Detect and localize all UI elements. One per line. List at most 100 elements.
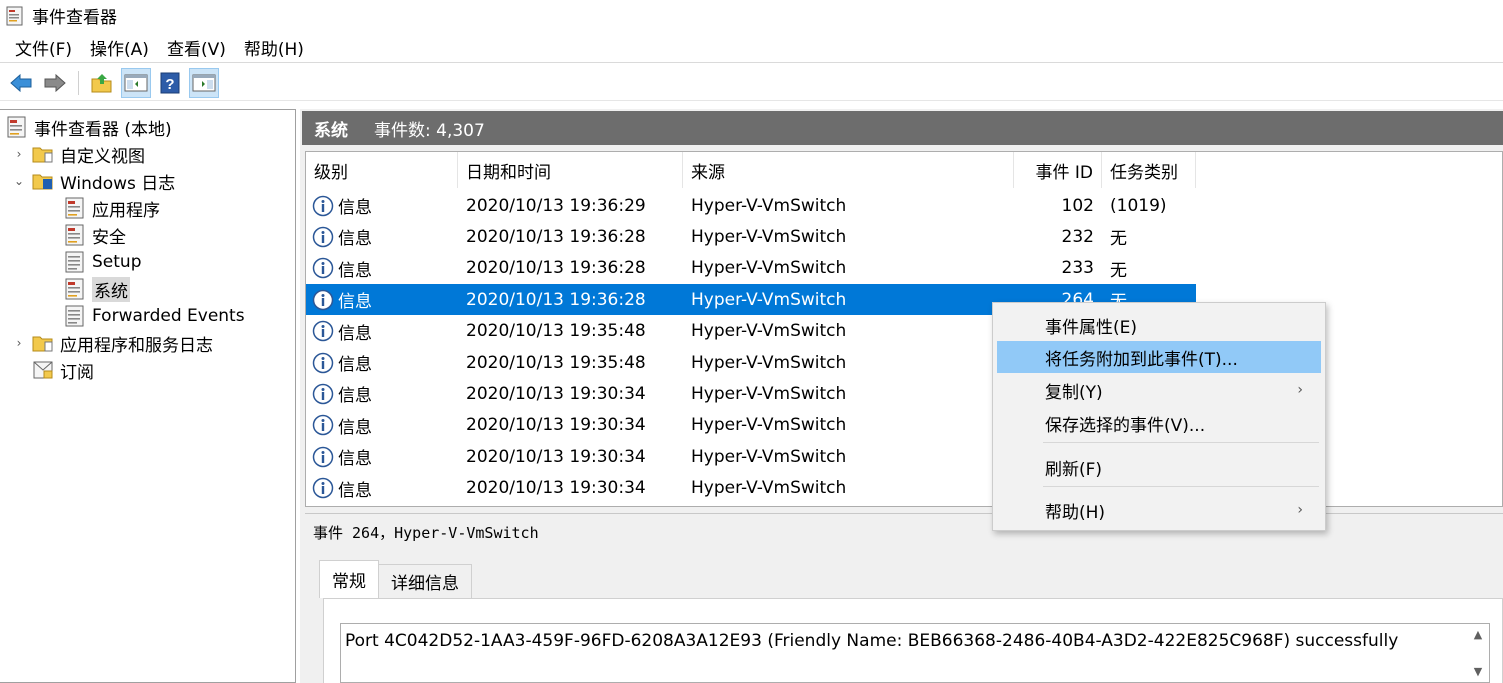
menu-item-event-properties[interactable]: 事件属性(E) [997, 309, 1321, 341]
tree-item-system[interactable]: 系统 [64, 276, 130, 302]
show-hide-tree-icon [124, 74, 148, 91]
cell-level: 信息 [312, 473, 452, 504]
cell-task-category: 无 [1110, 229, 1127, 250]
column-header-task-category[interactable]: 任务类别 [1102, 152, 1196, 188]
tree-item-app-services-logs[interactable]: › 应用程序和服务日志 [12, 330, 213, 356]
cell-datetime: 2020/10/13 19:36:28 [466, 258, 646, 279]
menu-item-label: 帮助(H) [1045, 502, 1106, 523]
tree-item-event-viewer-local[interactable]: 事件查看器 (本地) [6, 114, 172, 140]
cell-datetime: 2020/10/13 19:30:34 [466, 383, 646, 404]
tree-item-label: 事件查看器 (本地) [34, 119, 172, 140]
column-header-datetime[interactable]: 日期和时间 [458, 152, 683, 188]
column-header-level[interactable]: 级别 [306, 152, 458, 188]
info-icon [312, 383, 334, 405]
menu-item-refresh[interactable]: 刷新(F) [997, 451, 1321, 483]
info-icon [312, 446, 334, 467]
level-label: 信息 [338, 198, 372, 218]
level-label: 信息 [338, 323, 372, 344]
log-title: 系统 [314, 120, 348, 141]
cell-source: Hyper-V-VmSwitch [691, 478, 847, 499]
cell-level: 信息 [312, 253, 452, 284]
chevron-down-icon[interactable]: ⌄ [12, 174, 26, 188]
menu-file[interactable]: 文件(F) [6, 35, 81, 60]
menu-item-save-selected[interactable]: 保存选择的事件(V)... [997, 407, 1321, 439]
tree-item-label: 订阅 [60, 362, 94, 383]
title-bar: 事件查看器 [0, 0, 1503, 31]
folder-icon [32, 336, 53, 352]
tree-item-security[interactable]: 安全 [64, 222, 126, 248]
menu-item-label: 事件属性(E) [1045, 317, 1138, 338]
event-description-box[interactable]: Port 4C042D52-1AA3-459F-96FD-6208A3A12E9… [340, 623, 1490, 683]
submenu-arrow-icon: › [1297, 502, 1303, 518]
tree-item-custom-views[interactable]: › 自定义视图 [12, 141, 145, 167]
chevron-right-icon[interactable]: › [12, 147, 26, 161]
cell-datetime: 2020/10/13 19:30:34 [466, 415, 646, 436]
subscription-icon [33, 361, 53, 379]
menu-item-label: 将任务附加到此事件(T)... [1045, 349, 1238, 370]
window-title: 事件查看器 [32, 8, 117, 28]
event-description: Port 4C042D52-1AA3-459F-96FD-6208A3A12E9… [345, 631, 1399, 651]
menu-item-label: 保存选择的事件(V)... [1045, 415, 1206, 436]
cell-source: Hyper-V-VmSwitch [691, 321, 847, 342]
log-icon [65, 251, 84, 273]
log-icon [65, 278, 84, 300]
toolbar-separator [78, 70, 79, 95]
cell-task-category: (1019) [1110, 195, 1167, 216]
event-row[interactable]: 信息 2020/10/13 19:36:29 Hyper-V-VmSwitch 102… [306, 190, 1196, 221]
tab-details[interactable]: 详细信息 [378, 564, 472, 598]
event-count: 事件数: 4,307 [374, 120, 485, 141]
event-details-pane: 事件 264，Hyper-V-VmSwitch 常规 详细信息 Port 4C0… [305, 513, 1503, 683]
menu-help[interactable]: 帮助(H) [235, 35, 313, 60]
folder-icon [32, 147, 53, 163]
menu-item-label: 复制(Y) [1045, 382, 1103, 403]
toolbar: ? [0, 65, 1503, 101]
level-label: 信息 [338, 292, 372, 313]
help-button[interactable]: ? [155, 68, 185, 98]
menu-item-label: 刷新(F) [1045, 459, 1103, 480]
level-label: 信息 [338, 260, 372, 281]
cell-source: Hyper-V-VmSwitch [691, 289, 847, 310]
scroll-down-icon[interactable]: ▼ [1474, 665, 1482, 678]
menu-item-attach-task[interactable]: 将任务附加到此事件(T)... [997, 341, 1321, 373]
log-header-bar: 系统 事件数: 4,307 [302, 111, 1503, 145]
event-viewer-icon [6, 6, 23, 25]
back-button[interactable] [6, 68, 36, 98]
log-icon [65, 197, 84, 219]
menu-item-copy[interactable]: 复制(Y) › [997, 374, 1321, 406]
cell-datetime: 2020/10/13 19:30:34 [466, 446, 646, 467]
cell-source: Hyper-V-VmSwitch [691, 226, 847, 247]
tree-item-label: Windows 日志 [60, 173, 176, 194]
tree-item-label: 自定义视图 [60, 146, 145, 167]
tree-item-application[interactable]: 应用程序 [64, 195, 160, 221]
tree-item-label: 安全 [92, 227, 126, 248]
description-scrollbar[interactable]: ▲ ▼ [1467, 624, 1489, 682]
level-label: 信息 [338, 355, 372, 375]
tree-item-windows-logs[interactable]: ⌄ Windows 日志 [12, 168, 175, 194]
tree-item-forwarded-events[interactable]: Forwarded Events [64, 303, 245, 329]
info-icon [312, 352, 334, 373]
chevron-right-icon[interactable]: › [12, 336, 26, 350]
event-row[interactable]: 信息 2020/10/13 19:36:28 Hyper-V-VmSwitch 232… [306, 221, 1196, 252]
column-header-event-id[interactable]: 事件 ID [1014, 152, 1102, 188]
cell-event-id: 233 [1061, 258, 1094, 279]
show-hide-action-pane-button[interactable] [189, 67, 219, 98]
cell-source: Hyper-V-VmSwitch [691, 415, 847, 436]
log-icon [65, 224, 84, 246]
menu-item-help[interactable]: 帮助(H) › [997, 494, 1321, 526]
cell-source: Hyper-V-VmSwitch [691, 446, 847, 467]
tab-general[interactable]: 常规 [319, 560, 379, 598]
show-hide-tree-button[interactable] [121, 67, 151, 98]
menu-bar: 文件(F) 操作(A) 查看(V) 帮助(H) [0, 33, 1503, 63]
menu-action[interactable]: 操作(A) [81, 35, 158, 60]
tree-item-subscriptions[interactable]: 订阅 [32, 357, 94, 383]
menu-view[interactable]: 查看(V) [158, 35, 235, 60]
up-folder-button[interactable] [87, 68, 117, 98]
tree-item-label: 应用程序 [92, 200, 160, 221]
event-viewer-icon [7, 116, 26, 138]
event-row[interactable]: 信息 2020/10/13 19:36:28 Hyper-V-VmSwitch 233… [306, 253, 1196, 284]
forward-button[interactable] [40, 68, 70, 98]
tree-item-setup[interactable]: Setup [64, 249, 141, 275]
scroll-up-icon[interactable]: ▲ [1474, 628, 1482, 641]
show-hide-action-pane-icon [192, 74, 216, 91]
column-header-source[interactable]: 来源 [683, 152, 1014, 188]
